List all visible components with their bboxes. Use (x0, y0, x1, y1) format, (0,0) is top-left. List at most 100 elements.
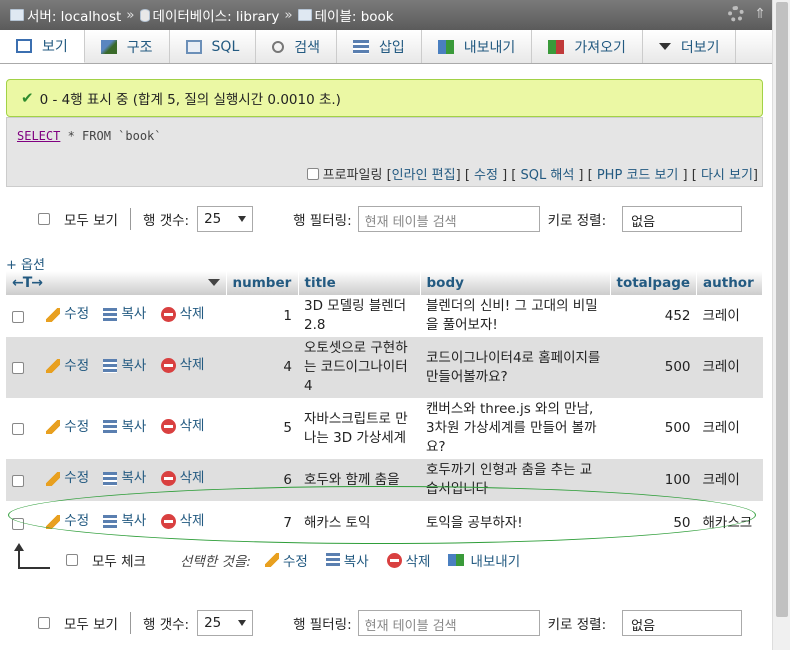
profiling-checkbox[interactable] (306, 168, 319, 180)
cell-body[interactable]: 호두까기 인형과 춤을 추는 교습서입니다 (420, 459, 610, 501)
cell-totalpage[interactable]: 452 (610, 295, 697, 337)
tab-structure[interactable]: 구조 (85, 30, 170, 63)
breadcrumb-database-label: 데이터베이스: library (152, 9, 280, 25)
cell-author[interactable]: 크레이 (696, 337, 763, 398)
copy-button[interactable]: 복사 (103, 469, 146, 488)
tab-insert[interactable]: 삽입 (337, 30, 422, 63)
column-header-actions: ←T→ (6, 271, 227, 295)
row-checkbox[interactable] (12, 310, 24, 323)
inline-edit-link[interactable]: 인라인 편집 (392, 168, 456, 183)
copy-button[interactable]: 복사 (103, 305, 146, 324)
cell-number[interactable]: 1 (226, 295, 298, 337)
tab-export[interactable]: 내보내기 (422, 30, 533, 63)
cell-totalpage[interactable]: 500 (610, 398, 697, 459)
filter-input[interactable]: 현재 테이블 검색 (357, 610, 540, 636)
row-checkbox[interactable] (12, 517, 24, 530)
cell-author[interactable]: 해카스크 (696, 501, 763, 545)
tab-more[interactable]: 더보기 (643, 30, 737, 63)
show-all-checkbox[interactable] (38, 213, 50, 225)
sort-select[interactable]: 없음 (622, 610, 743, 636)
delete-button[interactable]: 삭제 (160, 356, 204, 375)
column-header-body[interactable]: body (420, 271, 611, 295)
cell-body[interactable]: 캔버스와 three.js 와의 만남, 3차원 가상세계를 만들어 볼까요? (420, 398, 610, 459)
cell-number[interactable]: 4 (226, 337, 298, 398)
column-header-title[interactable]: title (298, 271, 421, 295)
rows-select[interactable]: 25 (197, 610, 254, 636)
bulk-copy-button[interactable]: 복사 (325, 550, 369, 570)
check-all-checkbox[interactable] (66, 554, 78, 566)
cell-title[interactable]: 호두와 함께 춤을 (298, 459, 420, 501)
breadcrumb-table[interactable]: 테이블: book (297, 5, 394, 25)
edit-button[interactable]: 수정 (46, 469, 89, 488)
delete-button[interactable]: 삭제 (160, 469, 204, 488)
tab-sql[interactable]: SQL (170, 30, 257, 63)
tab-search[interactable]: 검색 (256, 30, 338, 63)
edit-button[interactable]: 수정 (46, 512, 89, 531)
cell-author[interactable]: 크레이 (696, 459, 763, 501)
rows-label: 행 갯수: (142, 617, 190, 633)
tab-browse[interactable]: 보기 (0, 30, 85, 63)
cell-body[interactable]: 코드이그나이터4로 홈페이지를 만들어볼까요? (420, 337, 610, 398)
bulk-edit-button[interactable]: 수정 (264, 550, 308, 570)
column-header-number[interactable]: number (226, 271, 299, 295)
explain-sql-link[interactable]: SQL 해석 (521, 168, 575, 183)
cell-author[interactable]: 크레이 (696, 398, 763, 459)
vertical-scrollbar[interactable] (772, 0, 790, 650)
row-checkbox[interactable] (12, 423, 24, 435)
tab-label: 가져오기 (574, 39, 626, 56)
php-code-link[interactable]: PHP 코드 보기 (597, 168, 679, 183)
collapse-icon[interactable]: ⇑ (754, 6, 766, 22)
breadcrumb-server[interactable]: 서버: localhost (10, 5, 121, 25)
cell-title[interactable]: 3D 모델링 블렌더 2.8 (298, 295, 420, 337)
scrollbar-thumb[interactable] (776, 2, 788, 617)
cell-totalpage[interactable]: 500 (610, 337, 697, 398)
show-all-checkbox[interactable] (38, 617, 50, 629)
delete-button[interactable]: 삭제 (160, 305, 205, 324)
copy-button[interactable]: 복사 (103, 357, 146, 376)
chevron-down-icon[interactable] (207, 279, 220, 286)
copy-icon (103, 359, 118, 373)
copy-button[interactable]: 복사 (103, 512, 146, 531)
cell-title[interactable]: 자바스크립트로 만나는 3D 가상세계 (298, 398, 420, 459)
edit-button[interactable]: 수정 (46, 305, 89, 324)
copy-button[interactable]: 복사 (103, 418, 146, 437)
sort-select[interactable]: 없음 (622, 206, 743, 232)
tab-import[interactable]: 가져오기 (532, 30, 643, 63)
delete-button[interactable]: 삭제 (160, 417, 204, 436)
cell-title[interactable]: 해카스 토익 (298, 501, 420, 545)
navigation-row-bottom: 모두 보기 행 갯수: 25 행 필터링: 현재 테이블 검색 키로 정렬: 없… (38, 610, 743, 636)
bulk-delete-button[interactable]: 삭제 (386, 550, 431, 570)
bulk-delete-label: 삭제 (405, 554, 431, 570)
column-header-author[interactable]: author (696, 271, 763, 295)
check-icon: ✔ (21, 89, 34, 107)
cell-number[interactable]: 6 (226, 459, 298, 501)
cell-totalpage[interactable]: 100 (610, 459, 697, 501)
cell-totalpage[interactable]: 50 (610, 501, 697, 545)
cell-number[interactable]: 7 (226, 501, 298, 545)
row-actions: 수정 복사 삭제 (6, 398, 226, 459)
cell-body[interactable]: 토익을 공부하자! (420, 501, 610, 545)
filter-input[interactable]: 현재 테이블 검색 (357, 206, 540, 232)
bulk-export-button[interactable]: 내보내기 (448, 550, 520, 570)
filter-label: 행 필터링: (293, 213, 352, 229)
edit-button[interactable]: 수정 (46, 357, 89, 376)
edit-button[interactable]: 수정 (46, 418, 89, 437)
copy-icon (103, 420, 118, 434)
cell-number[interactable]: 5 (226, 398, 298, 459)
gear-icon[interactable] (728, 6, 745, 22)
delete-button[interactable]: 삭제 (160, 512, 204, 531)
rows-select[interactable]: 25 (197, 206, 254, 232)
cell-author[interactable]: 크레이 (696, 295, 763, 337)
cell-body[interactable]: 블렌더의 신비! 그 고대의 비밀을 풀어보자! (420, 295, 610, 337)
row-actions: 수정 복사 삭제 (6, 501, 226, 545)
sql-keyword-link[interactable]: SELECT (17, 129, 60, 143)
row-checkbox[interactable] (12, 362, 24, 374)
edit-query-link[interactable]: 수정 (474, 168, 498, 183)
row-checkbox[interactable] (12, 474, 24, 487)
breadcrumb-database[interactable]: 데이터베이스: library (139, 5, 280, 25)
refresh-link[interactable]: 다시 보기 (701, 168, 753, 183)
delete-label: 삭제 (179, 305, 205, 322)
column-arrows-icon[interactable]: ←T→ (12, 275, 43, 291)
column-header-totalpage[interactable]: totalpage (610, 271, 698, 295)
cell-title[interactable]: 오토셋으로 구현하는 코드이그나이터 4 (298, 337, 420, 398)
